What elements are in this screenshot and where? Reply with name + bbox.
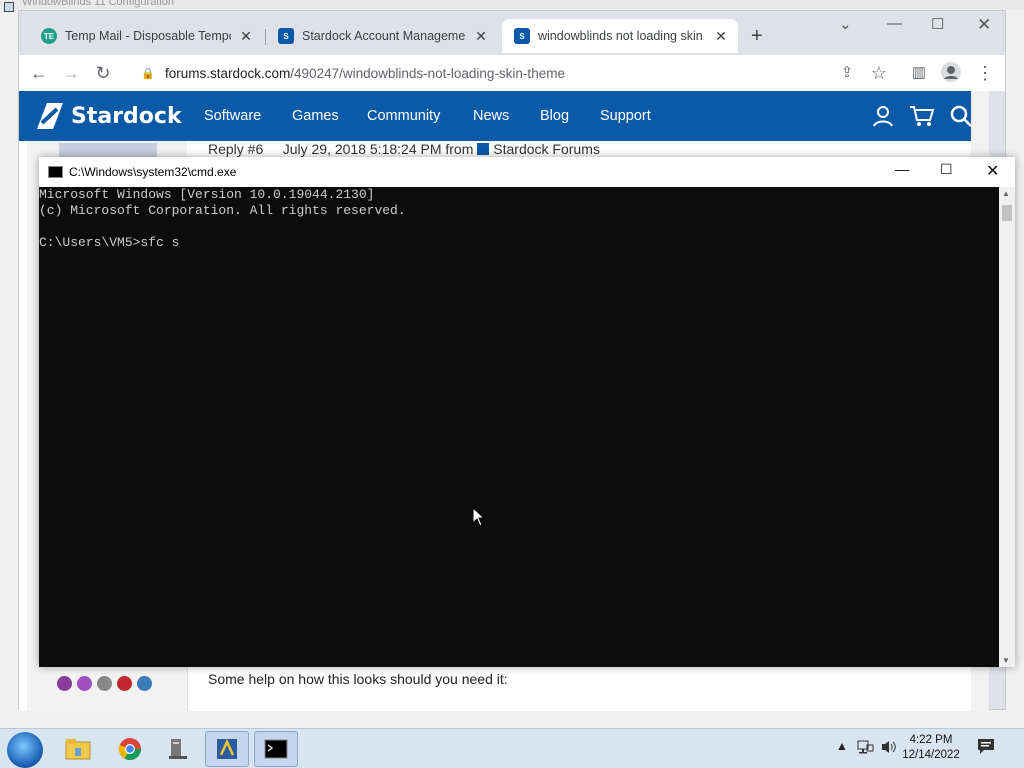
console-line: Microsoft Windows [Version 10.0.19044.21… (39, 187, 375, 202)
stardock-logo[interactable]: Stardock (31, 99, 182, 133)
badge-icon (137, 676, 152, 691)
scroll-up-icon[interactable]: ▲ (1002, 189, 1010, 198)
stardock-favicon: S (514, 28, 530, 44)
console-prompt-line: C:\Users\VM5>sfc s (39, 235, 180, 250)
badge-icon (77, 676, 92, 691)
scroll-thumb[interactable] (1002, 205, 1012, 221)
maximize-icon[interactable]: ☐ (940, 161, 953, 178)
cmd-taskbar-icon[interactable] (254, 731, 298, 767)
cmd-scrollbar[interactable]: ▲ ▼ (999, 187, 1015, 667)
user-badges (57, 676, 152, 691)
nav-games[interactable]: Games (292, 108, 339, 124)
stardock-favicon: S (278, 28, 294, 44)
bookmark-star-icon[interactable]: ☆ (867, 61, 891, 85)
nav-news[interactable]: News (473, 108, 509, 124)
temp-mail-favicon: TE (41, 28, 57, 44)
clock-time: 4:22 PM (909, 734, 953, 746)
close-icon[interactable]: ✕ (986, 161, 999, 181)
url-host: forums.stardock.com (165, 65, 291, 81)
cmd-title: C:\Windows\system32\cmd.exe (69, 165, 237, 179)
network-icon[interactable] (856, 739, 874, 758)
back-icon[interactable]: ← (27, 61, 51, 85)
new-tab-button[interactable]: + (751, 25, 763, 48)
console-output[interactable]: Microsoft Windows [Version 10.0.19044.21… (39, 187, 999, 667)
stardock-logo-icon (31, 99, 67, 133)
side-panel-icon[interactable]: ▥ (907, 61, 931, 85)
notifications-icon[interactable] (976, 737, 996, 760)
nav-software[interactable]: Software (204, 108, 261, 124)
badge-icon (57, 676, 72, 691)
site-navbar: Stardock Software Games Community News B… (19, 91, 989, 141)
brand-name: Stardock (71, 103, 182, 129)
background-window-titlebar: WindowBlinds 11 Configuration (0, 0, 1024, 12)
minimize-icon[interactable]: — (887, 15, 902, 32)
tab-search-icon[interactable]: ⌄ (839, 15, 852, 33)
badge-icon (117, 676, 132, 691)
console-line: (c) Microsoft Corporation. All rights re… (39, 203, 406, 218)
scroll-down-icon[interactable]: ▼ (1002, 656, 1010, 665)
windowblinds-taskbar-icon[interactable] (205, 731, 249, 767)
file-explorer-icon[interactable] (56, 731, 100, 767)
tab-title: Stardock Account Management (302, 29, 466, 43)
windowblinds-icon (4, 2, 14, 12)
lock-icon[interactable]: 🔒 (141, 67, 155, 80)
profile-icon[interactable] (939, 61, 963, 85)
account-icon[interactable] (871, 104, 895, 128)
cart-icon[interactable] (909, 104, 935, 128)
reply-label[interactable]: Reply #6 (208, 141, 263, 157)
minimize-icon[interactable]: — (895, 161, 909, 177)
maximize-icon[interactable]: ☐ (931, 15, 944, 33)
reply-source[interactable]: Stardock Forums (493, 141, 600, 157)
close-icon[interactable]: ✕ (977, 15, 991, 35)
volume-icon[interactable] (880, 739, 898, 758)
chrome-icon[interactable] (108, 731, 152, 767)
nav-community[interactable]: Community (367, 108, 440, 124)
cmd-window[interactable]: C:\Windows\system32\cmd.exe — ☐ ✕ Micros… (39, 157, 1015, 667)
url-path: /490247/windowblinds-not-loading-skin-th… (290, 65, 565, 81)
tab-strip: TE Temp Mail - Disposable Temporary Emai… (19, 11, 1005, 55)
share-icon[interactable]: ⇪ (835, 61, 859, 85)
post-text: Some help on how this looks should you n… (208, 671, 508, 687)
mouse-pointer-icon (472, 506, 486, 527)
show-hidden-icons-icon[interactable]: ▲ (836, 739, 848, 753)
reload-icon[interactable]: ↻ (91, 61, 115, 85)
reply-date: July 29, 2018 5:18:24 PM from (282, 141, 474, 157)
menu-icon[interactable]: ⋮ (973, 61, 997, 85)
reply-header: Reply #6 July 29, 2018 5:18:24 PM from S… (208, 141, 600, 157)
background-window-title: WindowBlinds 11 Configuration (22, 0, 175, 8)
close-tab-icon[interactable]: ✕ (472, 28, 490, 45)
nav-support[interactable]: Support (600, 108, 651, 124)
clock-date: 12/14/2022 (902, 749, 960, 761)
stardock-forums-icon (477, 143, 490, 155)
nav-blog[interactable]: Blog (540, 108, 569, 124)
taskbar: ▲ 4:22 PM 12/14/2022 (0, 728, 1024, 768)
clock[interactable]: 4:22 PM 12/14/2022 (898, 733, 964, 763)
forward-icon[interactable]: → (59, 61, 83, 85)
close-tab-icon[interactable]: ✕ (237, 28, 255, 45)
tab-windowblinds-thread[interactable]: S windowblinds not loading skin / theme … (502, 19, 738, 53)
tab-temp-mail[interactable]: TE Temp Mail - Disposable Temporary Emai… (29, 19, 263, 53)
address-bar[interactable]: 🔒 forums.stardock.com/490247/windowblind… (127, 59, 897, 87)
tab-title: windowblinds not loading skin / theme (538, 29, 706, 43)
server-manager-icon[interactable] (156, 731, 200, 767)
cmd-titlebar[interactable]: C:\Windows\system32\cmd.exe — ☐ ✕ (39, 157, 1015, 187)
badge-icon (97, 676, 112, 691)
search-icon[interactable] (949, 104, 973, 128)
browser-toolbar: ← → ↻ 🔒 forums.stardock.com/490247/windo… (19, 55, 1005, 91)
start-button[interactable] (7, 732, 43, 768)
close-tab-icon[interactable]: ✕ (712, 28, 730, 45)
tab-title: Temp Mail - Disposable Temporary Email (65, 29, 231, 43)
tab-stardock-account[interactable]: S Stardock Account Management ✕ (266, 19, 498, 53)
cmd-icon (48, 166, 63, 178)
